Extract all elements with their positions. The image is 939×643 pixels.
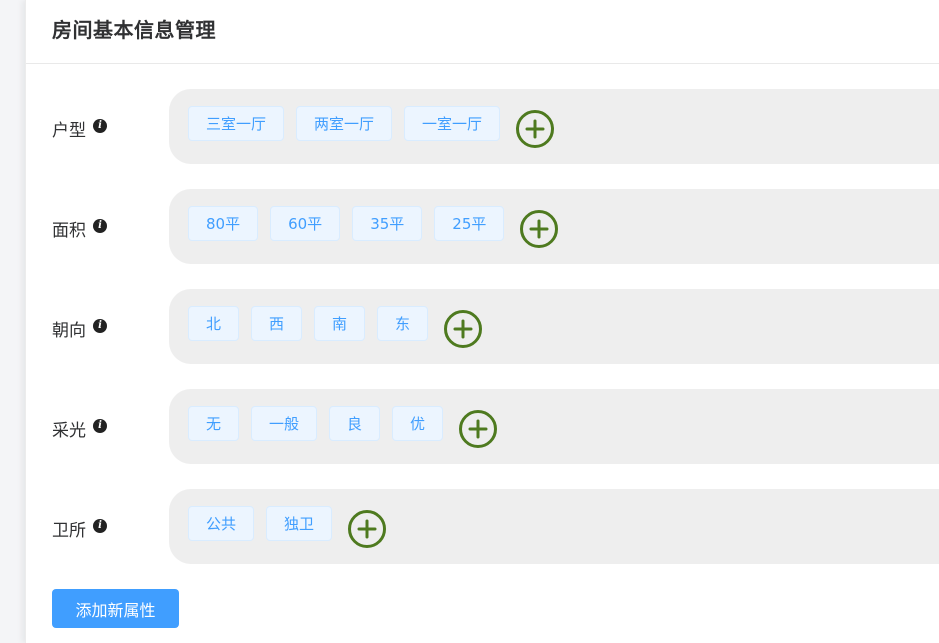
attribute-tag[interactable]: 南: [314, 305, 366, 341]
attribute-row: 面积 i 80平 60平 35平 25平: [26, 189, 939, 264]
page-title: 房间基本信息管理: [52, 18, 216, 42]
attribute-tag[interactable]: 35平: [352, 205, 423, 241]
add-attribute-button[interactable]: 添加新属性: [52, 589, 179, 628]
tag-area: 80平 60平 35平 25平: [169, 189, 939, 264]
attribute-tag[interactable]: 优: [392, 405, 444, 441]
attribute-tag[interactable]: 良: [329, 405, 381, 441]
attribute-tag[interactable]: 80平: [188, 205, 259, 241]
room-info-panel: 房间基本信息管理 户型 i 三室一厅 两室一厅 一室一厅面积 i 80平 60平 35平 25平朝…: [25, 0, 939, 643]
add-tag-button[interactable]: [520, 210, 559, 248]
attribute-label-text: 采光: [52, 421, 86, 441]
attribute-label: 面积 i: [52, 216, 107, 241]
add-tag-button[interactable]: [516, 110, 555, 148]
attribute-row: 朝向 i 北西南东: [26, 289, 939, 364]
attribute-label-text: 卫所: [52, 521, 86, 541]
info-icon[interactable]: i: [93, 518, 107, 533]
tag-area: 公共 独卫: [169, 489, 939, 564]
attribute-tag[interactable]: 一室一厅: [404, 105, 501, 141]
add-tag-button[interactable]: [444, 310, 483, 348]
attribute-label-text: 户型: [52, 121, 86, 141]
plus-circle-icon: [357, 519, 377, 539]
tag-area: 北西南东: [169, 289, 939, 364]
attribute-tag[interactable]: 无: [188, 405, 240, 441]
attribute-label-text: 面积: [52, 221, 86, 241]
attribute-tag[interactable]: 独卫: [266, 505, 333, 541]
attribute-label: 户型 i: [52, 116, 107, 141]
attribute-tag[interactable]: 两室一厅: [296, 105, 393, 141]
info-icon[interactable]: i: [93, 218, 107, 233]
attribute-label: 朝向 i: [52, 316, 107, 341]
plus-circle-icon: [453, 319, 473, 339]
plus-circle-icon: [529, 219, 549, 239]
attribute-tag[interactable]: 25平: [434, 205, 505, 241]
tag-area: 三室一厅 两室一厅 一室一厅: [169, 89, 939, 164]
attribute-label: 卫所 i: [52, 516, 107, 541]
attribute-tag[interactable]: 北: [188, 305, 240, 341]
attribute-label-text: 朝向: [52, 321, 86, 341]
panel-header: 房间基本信息管理: [26, 0, 939, 64]
attribute-tag[interactable]: 60平: [270, 205, 341, 241]
attribute-tag[interactable]: 三室一厅: [188, 105, 285, 141]
attribute-row: 采光 i 无一般良优: [26, 389, 939, 464]
add-tag-button[interactable]: [459, 410, 498, 448]
info-icon[interactable]: i: [93, 118, 107, 133]
info-icon[interactable]: i: [93, 418, 107, 433]
attribute-row: 卫所 i 公共 独卫: [26, 489, 939, 564]
attribute-row: 户型 i 三室一厅 两室一厅 一室一厅: [26, 89, 939, 164]
info-icon[interactable]: i: [93, 318, 107, 333]
attribute-tag[interactable]: 一般: [251, 405, 318, 441]
add-tag-button[interactable]: [348, 510, 387, 548]
attribute-tag[interactable]: 公共: [188, 505, 255, 541]
attribute-label: 采光 i: [52, 416, 107, 441]
tag-area: 无一般良优: [169, 389, 939, 464]
attribute-tag[interactable]: 西: [251, 305, 303, 341]
attribute-tag[interactable]: 东: [377, 305, 429, 341]
plus-circle-icon: [525, 119, 545, 139]
plus-circle-icon: [468, 419, 488, 439]
